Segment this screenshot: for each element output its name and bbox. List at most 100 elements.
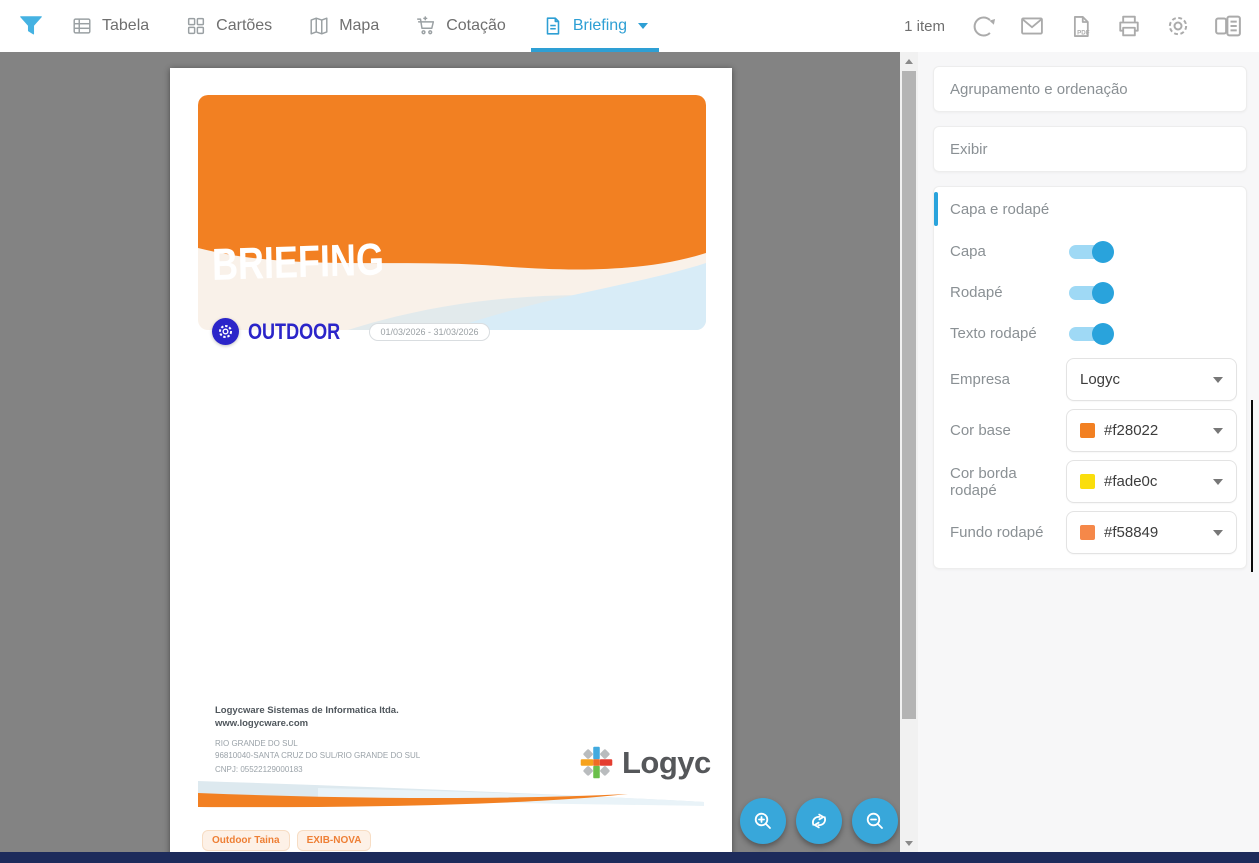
- cover-banner: BRIEFING: [198, 95, 706, 330]
- toggle-knob: [1092, 323, 1114, 345]
- color-swatch: [1080, 423, 1095, 438]
- chevron-down-icon: [1213, 530, 1223, 536]
- toggle-knob: [1092, 241, 1114, 263]
- map-icon: [308, 15, 330, 37]
- cart-icon: [415, 15, 437, 37]
- record-tags: Outdoor Taina EXIB-NOVA: [202, 830, 371, 851]
- date-range-badge: 01/03/2026 - 31/03/2026: [369, 323, 489, 341]
- tag-badge[interactable]: Outdoor Taina: [202, 830, 290, 851]
- pdf-icon: PDF: [1067, 13, 1094, 40]
- section-title: Exibir: [950, 141, 988, 158]
- triangle-up-icon: [905, 59, 913, 64]
- footer-wave: [198, 774, 704, 812]
- gear-icon: [1164, 12, 1192, 40]
- setting-label: Fundo rodapé: [950, 524, 1066, 541]
- footer-address: 96810040-SANTA CRUZ DO SUL/RIO GRANDE DO…: [215, 750, 420, 762]
- tab-cotacao[interactable]: Cotação: [412, 0, 509, 52]
- export-pdf-button[interactable]: PDF: [1067, 13, 1094, 40]
- tab-cartoes[interactable]: Cartões: [182, 0, 275, 52]
- section-header-exibir[interactable]: Exibir: [934, 127, 1246, 171]
- brand-name: OUTDOOR: [248, 319, 340, 345]
- chevron-down-icon: [638, 23, 648, 29]
- rodape-toggle[interactable]: [1069, 286, 1111, 300]
- zoom-in-icon: [751, 809, 775, 833]
- zoom-reset-icon: [807, 809, 831, 833]
- view-tabs: Tabela Cartões Mapa Cotação Briefing: [68, 0, 651, 52]
- setting-row-cor-borda-rodape: Cor borda rodapé #fade0c: [934, 456, 1246, 507]
- tag-badge[interactable]: EXIB-NOVA: [297, 830, 372, 851]
- side-panel-button[interactable]: [1213, 11, 1243, 41]
- scroll-down-button[interactable]: [900, 834, 918, 852]
- filter-button[interactable]: [16, 11, 46, 41]
- settings-button[interactable]: [1164, 12, 1192, 40]
- setting-label: Cor base: [950, 422, 1066, 439]
- color-swatch: [1080, 474, 1095, 489]
- select-value: #f28022: [1104, 422, 1158, 439]
- setting-row-capa: Capa: [934, 231, 1246, 272]
- window-bottom-bar: [0, 852, 1259, 863]
- scroll-up-button[interactable]: [900, 52, 918, 70]
- section-header-capa-rodape[interactable]: Capa e rodapé: [934, 187, 1246, 231]
- item-count: 1 item: [904, 18, 945, 35]
- setting-row-rodape: Rodapé: [934, 272, 1246, 313]
- setting-label: Texto rodapé: [950, 325, 1066, 342]
- brand-row: OUTDOOR 01/03/2026 - 31/03/2026: [212, 318, 490, 345]
- empresa-select[interactable]: Logyc: [1066, 358, 1237, 401]
- mail-icon: [1018, 12, 1046, 40]
- panel-scrollbar[interactable]: [1251, 400, 1253, 572]
- section-title: Capa e rodapé: [950, 201, 1049, 218]
- tab-briefing[interactable]: Briefing: [539, 0, 651, 52]
- capa-toggle[interactable]: [1069, 245, 1111, 259]
- refresh-button[interactable]: [970, 13, 997, 40]
- tab-mapa[interactable]: Mapa: [305, 0, 382, 52]
- zoom-reset-button[interactable]: [796, 798, 842, 844]
- chevron-down-icon: [1213, 479, 1223, 485]
- tab-tabela[interactable]: Tabela: [68, 0, 152, 52]
- select-value: Logyc: [1080, 371, 1120, 388]
- color-swatch: [1080, 525, 1095, 540]
- cor-base-select[interactable]: #f28022: [1066, 409, 1237, 452]
- settings-panel: Agrupamento e ordenação Exibir Capa e ro…: [918, 52, 1259, 852]
- cor-borda-rodape-select[interactable]: #fade0c: [1066, 460, 1237, 503]
- briefing-page: BRIEFING OUTDOOR 01/03/2026 - 31/03/2026…: [170, 68, 732, 852]
- funnel-icon: [18, 13, 44, 39]
- tab-label: Mapa: [339, 17, 379, 35]
- preview-scrollbar[interactable]: [900, 52, 918, 852]
- svg-text:PDF: PDF: [1077, 29, 1090, 36]
- zoom-out-icon: [863, 809, 887, 833]
- section-title: Agrupamento e ordenação: [950, 81, 1128, 98]
- setting-label: Capa: [950, 243, 1066, 260]
- section-header-agrupamento[interactable]: Agrupamento e ordenação: [934, 67, 1246, 111]
- section-agrupamento: Agrupamento e ordenação: [933, 66, 1247, 112]
- document-icon: [542, 15, 564, 37]
- setting-row-fundo-rodape: Fundo rodapé #f58849: [934, 507, 1246, 558]
- cover-title: BRIEFING: [211, 233, 384, 291]
- zoom-in-button[interactable]: [740, 798, 786, 844]
- cards-icon: [185, 15, 207, 37]
- toggle-knob: [1092, 282, 1114, 304]
- texto-rodape-toggle[interactable]: [1069, 327, 1111, 341]
- scrollbar-thumb[interactable]: [902, 71, 916, 719]
- zoom-out-button[interactable]: [852, 798, 898, 844]
- cover-banner-waves: [198, 95, 706, 330]
- triangle-down-icon: [905, 841, 913, 846]
- print-button[interactable]: [1115, 12, 1143, 40]
- preview-area: BRIEFING OUTDOOR 01/03/2026 - 31/03/2026…: [0, 52, 900, 852]
- tab-label: Tabela: [102, 17, 149, 35]
- fundo-rodape-select[interactable]: #f58849: [1066, 511, 1237, 554]
- refresh-icon: [970, 13, 997, 40]
- section-exibir: Exibir: [933, 126, 1247, 172]
- footer-region: RIO GRANDE DO SUL: [215, 738, 420, 750]
- mail-button[interactable]: [1018, 12, 1046, 40]
- panel-icon: [1213, 11, 1243, 41]
- footer-company: Logycware Sistemas de Informatica ltda.: [215, 704, 420, 717]
- chevron-down-icon: [1213, 377, 1223, 383]
- select-value: #f58849: [1104, 524, 1158, 541]
- tab-label: Briefing: [573, 17, 627, 35]
- toolbar-actions: 1 item PDF: [904, 11, 1243, 41]
- outdoor-logo-icon: [212, 318, 239, 345]
- setting-row-texto-rodape: Texto rodapé: [934, 313, 1246, 354]
- tab-label: Cartões: [216, 17, 272, 35]
- setting-label: Rodapé: [950, 284, 1066, 301]
- chevron-down-icon: [1213, 428, 1223, 434]
